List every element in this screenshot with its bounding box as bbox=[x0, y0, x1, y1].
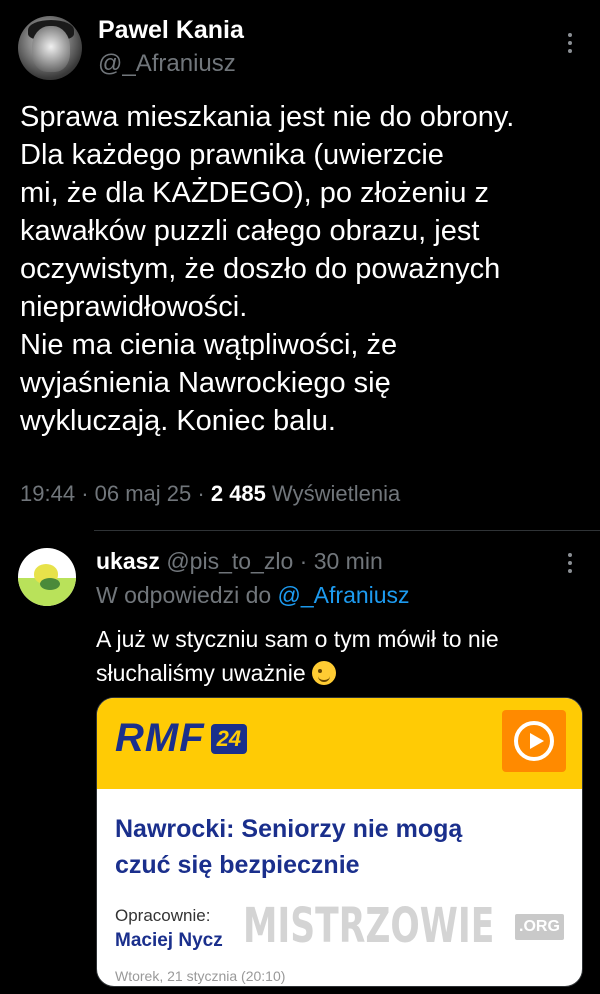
card-header: RMF 24 bbox=[97, 698, 582, 789]
reply-text: A już w styczniu sam o tym mówił to nie … bbox=[96, 622, 596, 690]
meta-separator: · bbox=[197, 481, 205, 506]
play-icon[interactable] bbox=[502, 710, 566, 772]
card-headline[interactable]: Nawrocki: Seniorzy nie mogą czuć się bez… bbox=[115, 811, 555, 883]
reply-more-options-icon[interactable] bbox=[560, 548, 580, 578]
divider bbox=[94, 530, 600, 531]
watermark-suffix: .ORG bbox=[515, 914, 564, 940]
author-avatar[interactable] bbox=[18, 16, 82, 80]
reply-text-content: A już w styczniu sam o tym mówił to nie … bbox=[96, 626, 499, 686]
watermark: MISTRZOWIE bbox=[243, 898, 495, 954]
reply-author-handle[interactable]: @pis_to_zlo bbox=[166, 548, 293, 574]
reply-to-line: W odpowiedzi do @_Afraniusz bbox=[96, 582, 410, 609]
tweet-meta: 19:44 · 06 maj 25 · 2 485 Wyświetlenia bbox=[20, 481, 400, 507]
avatar-leaf bbox=[40, 578, 60, 590]
reply-header: ukasz @pis_to_zlo · 30 min bbox=[96, 548, 383, 575]
tweet-text: Sprawa mieszkania jest nie do obrony. Dl… bbox=[20, 101, 515, 437]
reply-avatar[interactable] bbox=[18, 548, 76, 606]
winking-face-icon bbox=[312, 661, 337, 685]
card-author-name: Maciej Nycz bbox=[115, 930, 223, 951]
reply-to-handle-link[interactable]: @_Afraniusz bbox=[278, 582, 410, 608]
link-card[interactable]: RMF 24 Nawrocki: Seniorzy nie mogą czuć … bbox=[96, 697, 583, 987]
reply-to-label: W odpowiedzi do bbox=[96, 582, 272, 608]
rmf24-logo: RMF 24 bbox=[115, 716, 248, 761]
author-handle[interactable]: @_Afraniusz bbox=[98, 50, 236, 78]
card-date: Wtorek, 21 stycznia (20:10) bbox=[115, 968, 286, 984]
tweet-time[interactable]: 19:44 bbox=[20, 481, 75, 506]
card-author-label: Opracownie: bbox=[115, 906, 211, 925]
avatar-face bbox=[32, 26, 70, 72]
meta-separator: · bbox=[299, 548, 308, 574]
more-options-icon[interactable] bbox=[560, 28, 580, 58]
logo-number: 24 bbox=[210, 723, 248, 754]
tweet-date[interactable]: 06 maj 25 bbox=[95, 481, 192, 506]
author-name[interactable]: Pawel Kania bbox=[98, 16, 244, 45]
reply-age[interactable]: 30 min bbox=[314, 548, 383, 574]
meta-separator: · bbox=[81, 481, 89, 506]
logo-text: RMF bbox=[115, 716, 205, 760]
reply-author-name[interactable]: ukasz bbox=[96, 548, 160, 574]
views-label: Wyświetlenia bbox=[272, 481, 401, 506]
views-count: 2 485 bbox=[210, 481, 266, 506]
